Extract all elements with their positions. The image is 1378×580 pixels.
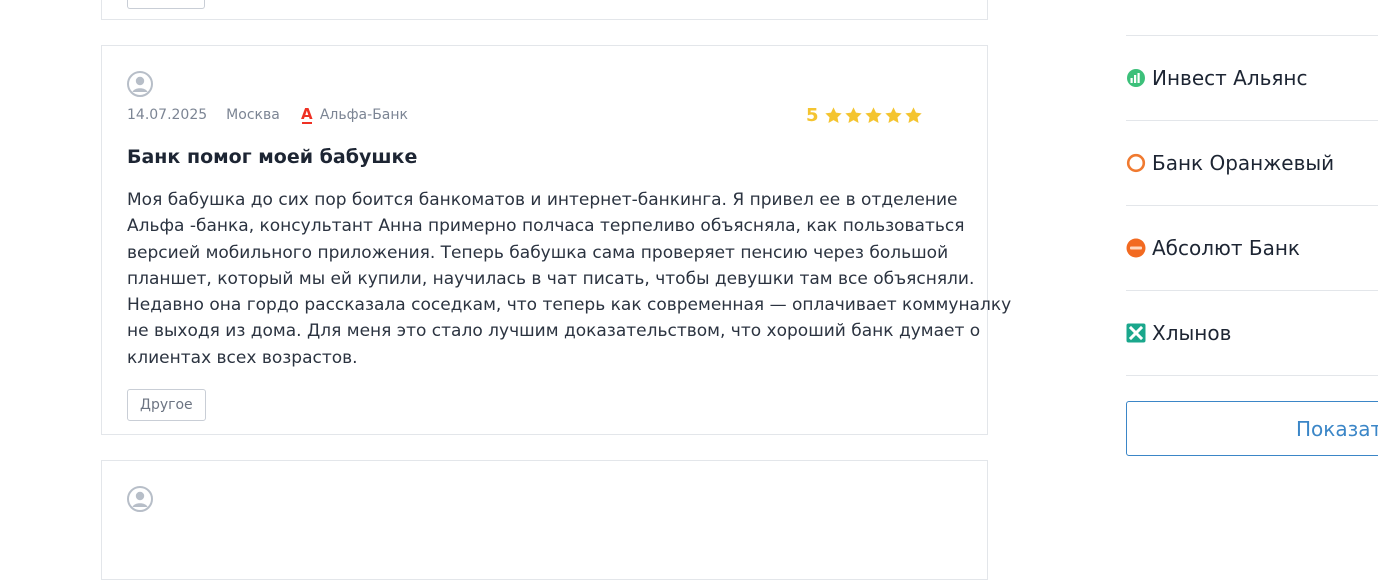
bank-name: Хлынов <box>1152 321 1232 345</box>
review-text-line: Альфа -банка, консультант Анна примерно … <box>127 216 965 237</box>
review-card-next <box>101 460 988 580</box>
bank-name: Инвест Альянс <box>1152 66 1308 90</box>
alfa-bank-logo-letter: А <box>301 104 313 123</box>
rating-value: 5 <box>806 104 819 126</box>
star-icon <box>864 106 882 123</box>
bank-sidebar: Инвест Альянс Банк Оранжевый Абсолют Бан… <box>1126 0 1378 525</box>
review-text-line: Моя бабушка до сих пор боится банкоматов… <box>127 190 958 210</box>
bank-name: Банк Оранжевый <box>1152 151 1335 175</box>
category-tag-button[interactable]: Другое <box>127 389 206 421</box>
bank-list-item-khlynov[interactable]: Хлынов <box>1126 291 1378 376</box>
review-rating: 5 <box>806 104 923 126</box>
review-bank-name[interactable]: Альфа-Банк <box>320 107 408 123</box>
review-text-line: не выходя из дома. Для меня это стало лу… <box>127 321 981 342</box>
tag-button-partial[interactable] <box>127 0 205 9</box>
review-meta: 14.07.2025 Москва А Альфа-Банк <box>127 105 408 125</box>
alfa-bank-logo-icon: А <box>301 104 313 124</box>
rating-stars <box>824 106 923 125</box>
review-card-previous <box>101 0 988 20</box>
orange-ring-logo-icon <box>1126 153 1146 173</box>
bank-name: Абсолют Банк <box>1152 236 1301 260</box>
user-avatar-icon <box>127 71 153 97</box>
star-icon <box>844 106 862 123</box>
review-text-line: версией мобильного приложения. Теперь ба… <box>127 242 949 263</box>
absolut-logo-icon <box>1126 238 1146 258</box>
bank-list-item-partial[interactable] <box>1126 0 1378 36</box>
review-text-line: планшет, который мы ей купили, научилась… <box>127 268 975 289</box>
review-city: Москва <box>226 107 280 123</box>
review-date: 14.07.2025 <box>127 107 208 123</box>
review-text-line: Недавно она гордо рассказала соседкам, ч… <box>127 295 1012 316</box>
review-text-line: клиентах всех возрастов. <box>127 347 358 368</box>
show-more-button[interactable]: Показать <box>1126 401 1378 456</box>
bank-list-item-invest-alliance[interactable]: Инвест Альянс <box>1126 36 1378 121</box>
user-avatar-icon <box>127 486 153 512</box>
review-text: Моя бабушка до сих пор боится банкоматов… <box>127 187 1012 371</box>
review-card: 14.07.2025 Москва А Альфа-Банк 5 Банк по… <box>101 45 1012 435</box>
star-icon <box>884 106 902 123</box>
star-icon <box>904 106 922 123</box>
bank-list-item-orange[interactable]: Банк Оранжевый <box>1126 121 1378 206</box>
invest-alliance-logo-icon <box>1127 69 1145 87</box>
khlynov-logo-icon <box>1126 323 1146 343</box>
bank-list-item-absolut[interactable]: Абсолют Банк <box>1126 206 1378 291</box>
star-icon <box>824 106 842 123</box>
review-title[interactable]: Банк помог моей бабушке <box>127 146 417 168</box>
